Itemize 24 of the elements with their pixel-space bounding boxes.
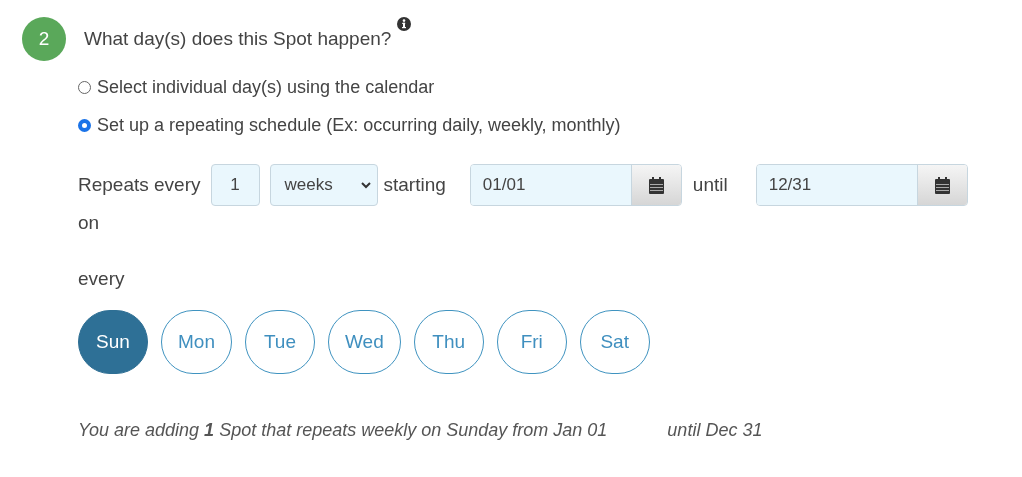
on-label: on	[78, 212, 101, 234]
summary-text: until Dec 31	[667, 420, 763, 441]
info-icon[interactable]	[397, 17, 412, 31]
every-label: every	[78, 268, 126, 290]
option-label[interactable]: Select individual day(s) using the calendar	[97, 76, 435, 98]
option-label[interactable]: Set up a repeating schedule (Ex: occurring daily, weekly, monthly)	[97, 114, 621, 136]
interval-field[interactable]: 1	[210, 164, 260, 206]
starting-label: starting	[383, 174, 446, 196]
summary-text: You are adding 1 Spot that repeats weekly on Sunday from Jan 01	[78, 420, 608, 441]
repeats-label: Repeats every	[78, 174, 201, 196]
radio-button[interactable]	[78, 118, 91, 132]
day-toggle[interactable]: Mon	[161, 310, 232, 374]
day-toggle[interactable]: Tue	[244, 310, 315, 374]
day-toggle[interactable]: Sat	[579, 310, 650, 374]
day-toggle[interactable]: Thu	[413, 310, 484, 374]
chevron-icon	[360, 181, 371, 189]
step-number: 2	[22, 17, 66, 61]
unit-select[interactable]: weeks	[269, 164, 378, 206]
question-title: What day(s) does this Spot happen?	[84, 28, 392, 50]
day-toggle[interactable]: Wed	[327, 310, 401, 374]
until-label: until	[692, 174, 728, 196]
day-toggle[interactable]: Fri	[496, 310, 567, 374]
day-toggle[interactable]: Sun	[78, 310, 148, 374]
radio-button[interactable]	[78, 80, 91, 94]
